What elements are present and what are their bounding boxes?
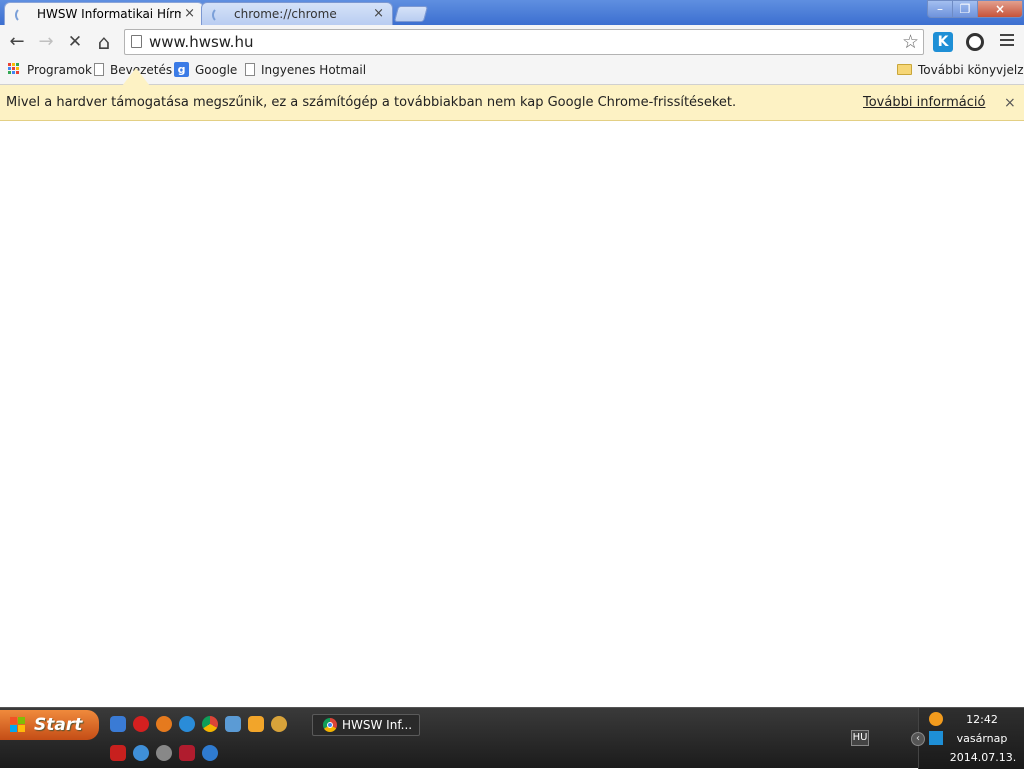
url-text[interactable]: www.hwsw.hu	[149, 30, 253, 54]
taskbar-window-chrome[interactable]: HWSW Inf...	[312, 714, 420, 736]
start-label: Start	[34, 715, 83, 735]
ccleaner-launcher-icon[interactable]	[156, 745, 172, 761]
clock-day[interactable]: vasárnap	[947, 732, 1017, 745]
bookmark-star-icon[interactable]: ☆	[902, 30, 919, 54]
loading-spinner-icon	[15, 7, 31, 23]
bookmark-label: Ingyenes Hotmail	[261, 63, 367, 77]
loading-spinner-icon	[212, 7, 228, 23]
tab-title: chrome://chrome	[234, 7, 337, 21]
folder-icon	[897, 64, 912, 75]
language-indicator[interactable]: HU	[851, 730, 869, 746]
windows-flag-icon	[10, 717, 26, 733]
acrobat-launcher-icon[interactable]	[110, 745, 126, 761]
update-infobar: Mivel a hardver támogatása megszűnik, ez…	[0, 85, 1024, 121]
infobar-pointer	[122, 68, 150, 86]
browser-toolbar: ← → ✕ ⌂ www.hwsw.hu ☆ K	[0, 25, 1024, 60]
other-bookmarks[interactable]: További könyvjelzők	[897, 60, 1024, 84]
kaspersky-tray-icon[interactable]	[929, 731, 943, 745]
tab-chrome[interactable]: chrome://chrome ×	[201, 2, 393, 25]
system-tray: ‹ 12:42 vasárnap 2014.07.13.	[911, 708, 1024, 769]
chrome-menu-icon[interactable]	[1000, 34, 1014, 48]
tab-hwsw[interactable]: HWSW Informatikai Hírmagazin ×	[4, 2, 204, 25]
gimp-launcher-icon[interactable]	[271, 716, 287, 732]
app-launcher-icon[interactable]	[133, 745, 149, 761]
kaspersky-extension-icon[interactable]: K	[933, 32, 953, 52]
infobar-close-icon[interactable]: ×	[1004, 85, 1016, 121]
avast-tray-icon[interactable]	[929, 712, 943, 726]
apps-grid-icon	[8, 63, 21, 76]
window-close-button[interactable]: ×	[977, 0, 1023, 18]
bookmark-label: Programok	[27, 63, 92, 77]
taskbar: Start HWSW Inf... HU ‹ 12:42 vasárnap 20…	[0, 707, 1024, 769]
internet-explorer-icon[interactable]	[179, 716, 195, 732]
bookmark-hotmail[interactable]: Ingyenes Hotmail	[245, 60, 366, 84]
home-button[interactable]: ⌂	[92, 31, 116, 53]
bookmark-label: Google	[195, 63, 238, 77]
maximize-button[interactable]: ❐	[952, 0, 978, 18]
back-button[interactable]: ←	[5, 31, 29, 53]
taskbar-window-label: HWSW Inf...	[342, 718, 413, 732]
more-info-link[interactable]: További információ	[863, 85, 985, 121]
chrome-launcher-icon[interactable]	[202, 716, 218, 732]
firefox-launcher-icon[interactable]	[156, 716, 172, 732]
new-tab-button[interactable]	[393, 6, 429, 22]
page-icon	[131, 35, 142, 48]
clock-time[interactable]: 12:42	[957, 713, 1007, 726]
page-content[interactable]	[0, 121, 1024, 707]
page-icon	[245, 63, 255, 76]
bookmarks-bar: Programok Bevezetés g Google Ingyenes Hot…	[0, 60, 1024, 85]
bookmark-google[interactable]: g Google	[174, 60, 237, 84]
start-button[interactable]: Start	[0, 710, 99, 740]
forward-button[interactable]: →	[34, 31, 58, 53]
infobar-message: Mivel a hardver támogatása megszűnik, ez…	[6, 95, 737, 110]
other-bookmarks-label: További könyvjelzők	[918, 63, 1024, 77]
clock-launcher-icon[interactable]	[248, 716, 264, 732]
tab-close-icon[interactable]: ×	[184, 3, 195, 25]
opera-launcher-icon[interactable]	[133, 716, 149, 732]
media-player-launcher-icon[interactable]	[202, 745, 218, 761]
messenger-launcher-icon[interactable]	[225, 716, 241, 732]
show-hidden-icons-chevron-icon[interactable]: ‹	[911, 732, 925, 746]
google-icon: g	[174, 62, 189, 77]
chrome-icon	[323, 718, 337, 732]
extension-ring-icon[interactable]	[966, 33, 984, 51]
tab-title: HWSW Informatikai Hírmagazin	[37, 7, 181, 21]
tab-close-icon[interactable]: ×	[373, 3, 384, 25]
bookmark-programok[interactable]: Programok	[8, 60, 92, 84]
page-icon	[94, 63, 104, 76]
ie-launcher-icon[interactable]	[110, 716, 126, 732]
stop-button[interactable]: ✕	[63, 31, 87, 53]
clock-date[interactable]: 2014.07.13.	[943, 751, 1023, 764]
address-bar[interactable]: www.hwsw.hu ☆	[124, 29, 924, 55]
minimize-button[interactable]: –	[927, 0, 953, 18]
title-bar: HWSW Informatikai Hírmagazin × chrome://…	[0, 0, 1024, 25]
app-star-launcher-icon[interactable]	[179, 745, 195, 761]
